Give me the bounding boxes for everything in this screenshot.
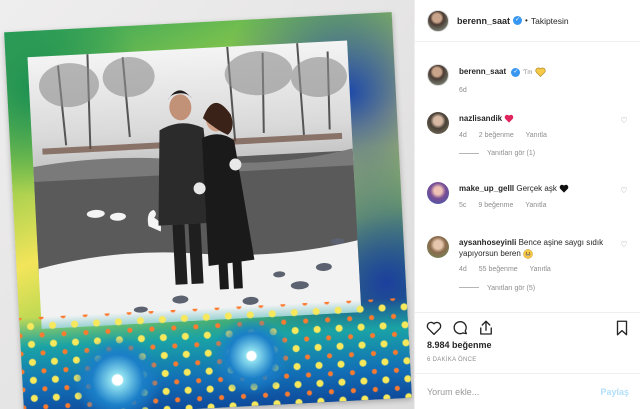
- couple-photo: [27, 40, 362, 329]
- author-username[interactable]: berenn_saat: [457, 16, 510, 26]
- commenter-username[interactable]: make_up_gelll: [459, 184, 514, 193]
- comment-text: Gerçek aşk: [516, 184, 557, 193]
- post-side-panel: berenn_saat ✓ • Takiptesin berenn_saat ✓…: [414, 0, 640, 409]
- commenter-username[interactable]: nazlisandik: [459, 114, 502, 123]
- reply-button[interactable]: Yanıtla: [530, 266, 551, 273]
- verified-badge-icon: ✓: [511, 67, 521, 77]
- comment-meta: 4d 55 beğenme Yanıtla: [459, 265, 619, 276]
- comment-bubble-icon[interactable]: [451, 319, 469, 337]
- follow-status[interactable]: Takiptesin: [531, 16, 569, 26]
- reply-button[interactable]: Yanıtla: [526, 132, 547, 139]
- post-photo-area[interactable]: [0, 0, 414, 409]
- caption-age: 6d: [459, 86, 467, 94]
- author-avatar[interactable]: [427, 64, 449, 86]
- post-actions-bar: [415, 312, 640, 338]
- separator-dot: •: [525, 16, 528, 25]
- pattern-burst: [70, 332, 165, 409]
- caption-text: 'Tm: [522, 70, 533, 77]
- reply-button[interactable]: Yanıtla: [525, 202, 546, 209]
- add-comment-bar: Paylaş: [415, 373, 640, 409]
- yellow-heart-icon: [535, 67, 546, 77]
- comment-age: 4d: [459, 131, 467, 139]
- like-comment-heart-icon[interactable]: ♡: [619, 186, 629, 196]
- polaroid-frame: [4, 12, 412, 409]
- red-heart-icon: [505, 115, 514, 123]
- comments-list: berenn_saat ✓ 'Tm 6d nazlisandik 4d 2 be…: [415, 42, 640, 304]
- snowy-park-scene: [33, 43, 362, 329]
- share-icon[interactable]: [477, 319, 495, 337]
- post-timestamp: 6 DAKİKA ÖNCE: [427, 357, 477, 363]
- comment-input[interactable]: [427, 384, 587, 400]
- commenter-avatar[interactable]: [427, 112, 449, 134]
- grinning-face-icon: [523, 248, 533, 259]
- comment-likes[interactable]: 2 beğenme: [479, 132, 514, 139]
- author-avatar[interactable]: [427, 9, 449, 32]
- comment-age: 5c: [459, 201, 467, 209]
- bookmark-icon[interactable]: [613, 319, 631, 337]
- pattern-burst: [209, 313, 294, 398]
- comment-meta: 4d 2 beğenme Yanıtla: [459, 131, 619, 142]
- post-comment-button[interactable]: Paylaş: [600, 387, 629, 397]
- comment-meta: 5c 9 beğenme Yanıtla: [459, 201, 619, 212]
- comment-likes[interactable]: 55 beğenme: [479, 266, 518, 273]
- caption-body: berenn_saat ✓ 'Tm 6d: [459, 67, 619, 96]
- commenter-avatar[interactable]: [427, 182, 449, 204]
- like-heart-icon[interactable]: [425, 319, 443, 337]
- commenter-avatar[interactable]: [427, 236, 449, 258]
- polaroid-pattern: [19, 297, 412, 409]
- verified-badge-icon: ✓: [513, 16, 523, 25]
- comment-likes[interactable]: 9 beğenme: [478, 202, 513, 209]
- like-comment-heart-icon[interactable]: ♡: [619, 116, 629, 126]
- comment-body: aysanhoseyinli Bence aşine saygı sıdık y…: [459, 238, 619, 294]
- caption-username[interactable]: berenn_saat: [459, 67, 506, 76]
- commenter-username[interactable]: aysanhoseyinli: [459, 238, 516, 247]
- post-header: berenn_saat ✓ • Takiptesin: [415, 0, 640, 42]
- comment-age: 4d: [459, 266, 467, 274]
- black-heart-icon: [559, 185, 569, 193]
- view-replies-button[interactable]: Yanıtları gör (5): [459, 284, 619, 295]
- likes-count[interactable]: 8.984 beğenme: [427, 340, 492, 350]
- view-replies-button[interactable]: Yanıtları gör (1): [459, 149, 619, 160]
- comment-body: nazlisandik 4d 2 beğenme Yanıtla Yanıtla…: [459, 114, 619, 160]
- like-comment-heart-icon[interactable]: ♡: [619, 240, 629, 250]
- comment-body: make_up_gelll Gerçek aşk 5c 9 beğenme Ya…: [459, 184, 619, 211]
